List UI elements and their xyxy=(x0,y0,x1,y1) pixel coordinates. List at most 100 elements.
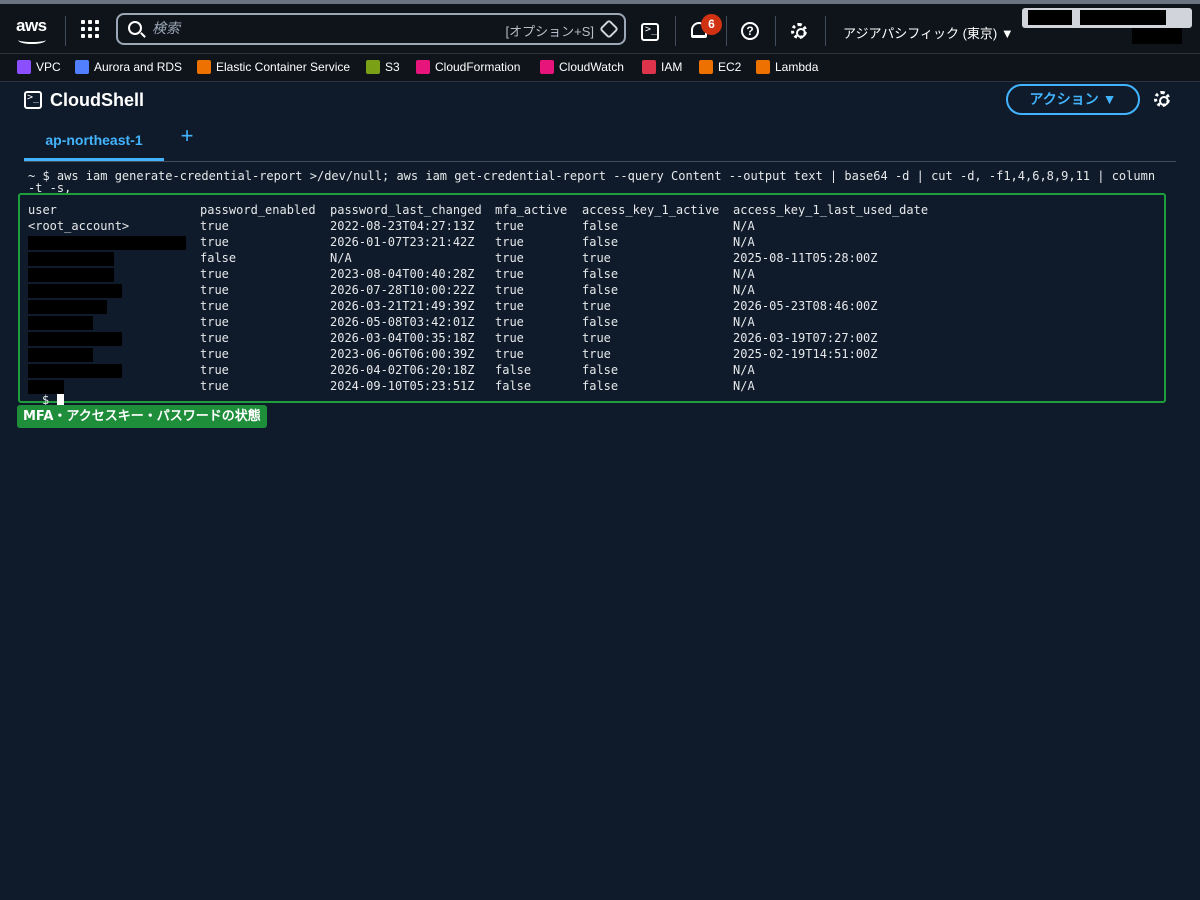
redacted-user-name xyxy=(28,332,122,346)
add-tab-plus-icon[interactable]: + xyxy=(178,124,196,148)
table-cell: N/A xyxy=(733,315,755,329)
table-cell: 2026-01-07T23:21:42Z xyxy=(330,235,475,249)
favorite-iam[interactable]: IAM xyxy=(642,60,682,76)
table-cell: 2026-03-04T00:35:18Z xyxy=(330,331,475,345)
table-cell: true xyxy=(582,331,611,345)
favorite-aurora-rds[interactable]: Aurora and RDS xyxy=(75,60,182,76)
favorite-vpc[interactable]: VPC xyxy=(17,60,61,76)
ec2-icon xyxy=(699,60,713,74)
favorite-lambda[interactable]: Lambda xyxy=(756,60,818,76)
table-row: true 2026-03-04T00:35:18Z true true 2026-03-… xyxy=(28,330,1028,346)
table-cell: 2026-07-28T10:00:22Z xyxy=(330,283,475,297)
table-row: true 2023-06-06T06:00:39Z true true 2025-02-… xyxy=(28,346,1028,362)
table-cell: N/A xyxy=(733,235,755,249)
table-cell: false xyxy=(200,251,237,265)
table-cell: N/A xyxy=(733,267,755,281)
table-cell: true xyxy=(495,347,524,361)
rds-icon xyxy=(75,60,89,74)
cloudshell-title-icon xyxy=(24,91,42,109)
redacted-user-name xyxy=(1132,28,1182,44)
table-row: true 2026-03-21T21:49:39Z true true 2026-05-… xyxy=(28,298,1028,314)
table-cell: true xyxy=(200,363,229,377)
favorite-cloudwatch[interactable]: CloudWatch xyxy=(540,60,624,76)
redacted-user-name xyxy=(28,300,107,314)
table-cell: true xyxy=(200,267,229,281)
table-header-row: user password_enabled password_last_chan… xyxy=(28,202,1028,218)
table-cell: 2026-04-02T06:20:18Z xyxy=(330,363,475,377)
table-cell: false xyxy=(495,363,532,377)
top-navigation-bar: aws [オプション+S] 6 ? アジアパシフィック (東京) ▼ xyxy=(0,0,1200,54)
terminal-cursor xyxy=(57,394,64,405)
table-cell: false xyxy=(582,283,619,297)
table-cell: true xyxy=(495,267,524,281)
page-title: CloudShell xyxy=(50,90,144,110)
table-cell: true xyxy=(582,251,611,265)
table-cell: false xyxy=(582,379,619,393)
services-menu-icon[interactable] xyxy=(81,20,99,38)
table-cell: false xyxy=(582,219,619,233)
vpc-icon xyxy=(17,60,31,74)
table-cell: true xyxy=(495,219,524,233)
table-cell: <root_account> xyxy=(28,219,130,233)
lambda-icon xyxy=(756,60,770,74)
redacted-user-name xyxy=(28,380,64,394)
table-cell: 2023-06-06T06:00:39Z xyxy=(330,347,475,361)
redacted-user-name xyxy=(28,236,186,250)
redacted-account-name xyxy=(1028,10,1072,25)
aws-logo-text: aws xyxy=(16,16,47,35)
favorites-bar: VPC Aurora and RDS Elastic Container Ser… xyxy=(0,54,1200,82)
table-cell: 2025-08-11T05:28:00Z xyxy=(733,251,878,265)
table-cell: N/A xyxy=(733,283,755,297)
header-user: user xyxy=(28,203,57,217)
cloudwatch-icon xyxy=(540,60,554,74)
help-icon[interactable]: ? xyxy=(741,22,759,40)
favorite-s3[interactable]: S3 xyxy=(366,60,400,76)
table-row: true 2026-01-07T23:21:42Z true false N/A xyxy=(28,234,1028,250)
cloudformation-icon xyxy=(416,60,430,74)
table-cell: true xyxy=(495,251,524,265)
actions-button[interactable]: アクション ▼ xyxy=(1006,84,1140,115)
cloudshell-header: CloudShell アクション ▼ xyxy=(0,82,1200,122)
table-row: true 2026-04-02T06:20:18Z false false N/A xyxy=(28,362,1028,378)
table-cell: 2023-08-04T00:40:28Z xyxy=(330,267,475,281)
aws-logo[interactable]: aws xyxy=(16,16,50,44)
settings-gear-icon[interactable] xyxy=(791,23,807,39)
redacted-user-name xyxy=(28,316,93,330)
cloudshell-icon[interactable] xyxy=(641,23,659,41)
table-row: true 2026-07-28T10:00:22Z true false N/A xyxy=(28,282,1028,298)
tab-ap-northeast-1[interactable]: ap-northeast-1 xyxy=(24,122,164,161)
redacted-user-name xyxy=(28,364,122,378)
table-cell: true xyxy=(200,347,229,361)
table-cell: 2026-03-21T21:49:39Z xyxy=(330,299,475,313)
divider xyxy=(65,16,66,46)
table-cell: true xyxy=(200,299,229,313)
table-cell: 2026-03-19T07:27:00Z xyxy=(733,331,878,345)
search-input[interactable] xyxy=(152,19,482,39)
iam-icon xyxy=(642,60,656,74)
table-cell: false xyxy=(582,363,619,377)
cloudshell-settings-gear-icon[interactable] xyxy=(1154,91,1170,107)
table-row: true 2026-05-08T03:42:01Z true false N/A xyxy=(28,314,1028,330)
header-mfa-active: mfa_active xyxy=(495,203,568,217)
table-row: <root_account> true 2022-08-23T04:27:13Z tr… xyxy=(28,218,1028,234)
divider xyxy=(675,16,676,46)
table-cell: 2024-09-10T05:23:51Z xyxy=(330,379,475,393)
table-cell: 2026-05-23T08:46:00Z xyxy=(733,299,878,313)
favorite-ec2[interactable]: EC2 xyxy=(699,60,741,76)
divider xyxy=(825,16,826,46)
favorite-ecs[interactable]: Elastic Container Service xyxy=(197,60,350,76)
search-box[interactable]: [オプション+S] xyxy=(116,13,626,45)
table-cell: false xyxy=(582,235,619,249)
terminal-command: ~ $ aws iam generate-credential-report >… xyxy=(28,169,1163,195)
table-row: true 2024-09-10T05:23:51Z false false N/A xyxy=(28,378,1028,394)
redacted-user-name xyxy=(28,252,114,266)
table-cell: true xyxy=(200,235,229,249)
table-cell: false xyxy=(495,379,532,393)
account-menu[interactable] xyxy=(1022,8,1192,28)
region-selector[interactable]: アジアパシフィック (東京) ▼ xyxy=(843,23,1014,42)
header-access-key-1-last-used: access_key_1_last_used_date xyxy=(733,203,929,217)
session-tabs: ap-northeast-1 + xyxy=(24,122,1176,162)
notifications-badge: 6 xyxy=(701,14,722,35)
table-cell: true xyxy=(495,235,524,249)
favorite-cloudformation[interactable]: CloudFormation xyxy=(416,60,520,76)
